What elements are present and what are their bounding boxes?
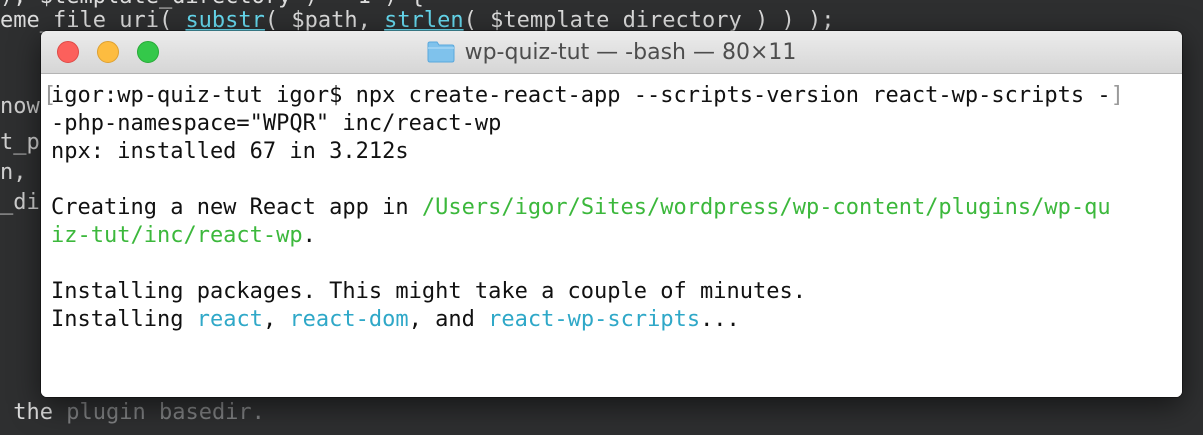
terminal-path: /Users/igor/Sites/wordpress/wp-content/p… xyxy=(421,195,1111,220)
mark-bracket-left: [ xyxy=(43,83,57,108)
terminal-line: Installing react, react-dom, and react-w… xyxy=(51,306,1182,334)
package-name: react-dom xyxy=(289,307,409,332)
terminal-text: Installing xyxy=(51,307,197,332)
terminal-text: ... xyxy=(700,307,740,332)
editor-text xyxy=(0,400,13,425)
mark-bracket-right: ] xyxy=(1110,83,1124,108)
editor-text: plugin basedir. xyxy=(53,400,265,425)
terminal-line: -php-namespace="WPQR" inc/react-wp xyxy=(51,111,502,136)
terminal-line: iz-tut/inc/react-wp. xyxy=(51,222,1182,250)
terminal-text: . xyxy=(302,223,316,248)
terminal-window[interactable]: wp-quiz-tut — -bash — 80×11 [igor:wp-qui… xyxy=(41,31,1182,397)
terminal-line: npx: installed 67 in 3.212s xyxy=(51,139,409,164)
editor-text: eme_file_uri( xyxy=(0,8,186,33)
folder-icon xyxy=(427,41,455,63)
prompt-command: igor:wp-quiz-tut igor$ npx create-react-… xyxy=(51,83,1111,108)
editor-comment-line: the plugin basedir. xyxy=(0,400,265,426)
editor-keyword: the xyxy=(13,400,53,425)
terminal-line: [igor:wp-quiz-tut igor$ npx create-react… xyxy=(43,82,1182,110)
window-title-text: wp-quiz-tut — -bash — 80×11 xyxy=(464,39,797,65)
terminal-path: iz-tut/inc/react-wp xyxy=(51,223,303,248)
terminal-text: , and xyxy=(408,307,489,332)
editor-function-substr: substr xyxy=(185,8,265,33)
editor-function-strlen: strlen xyxy=(384,8,464,33)
package-name: react-wp-scripts xyxy=(488,307,701,332)
terminal-output[interactable]: [igor:wp-quiz-tut igor$ npx create-react… xyxy=(41,74,1182,397)
terminal-line: Creating a new React app in /Users/igor/… xyxy=(51,194,1182,222)
package-name: react xyxy=(196,307,263,332)
window-titlebar[interactable]: wp-quiz-tut — -bash — 80×11 xyxy=(41,31,1182,74)
terminal-line: Installing packages. This might take a c… xyxy=(51,279,806,304)
window-title: wp-quiz-tut — -bash — 80×11 xyxy=(41,31,1182,73)
editor-text: ( $template_directory ) ) ); xyxy=(463,8,835,33)
terminal-text: Creating a new React app in xyxy=(51,195,422,220)
editor-text: ( $path, xyxy=(264,8,385,33)
terminal-text: , xyxy=(262,307,290,332)
